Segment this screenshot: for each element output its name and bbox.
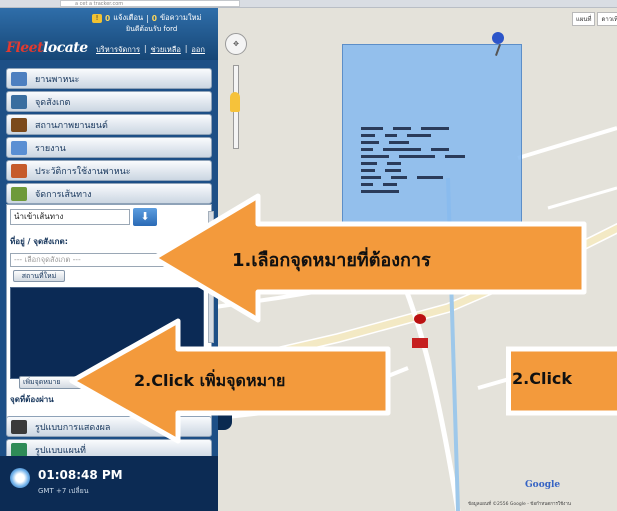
messages-link[interactable]: ข้อความใหม่ xyxy=(160,12,202,24)
annotation-step2-duplicate: 2.Click xyxy=(506,345,617,417)
place-icon xyxy=(11,94,27,109)
annotation-step2-dup-text: 2.Click xyxy=(512,369,573,388)
messages-count: 0 xyxy=(151,13,157,23)
clock-panel: 01:08:48 PM GMT +7 เปลี่ยน xyxy=(0,456,218,511)
clock-time: 01:08:48 PM xyxy=(38,468,123,482)
logo-main: Fleet xyxy=(6,40,44,56)
sidebar-item-label: ประวัติการใช้งานพาหนะ xyxy=(35,166,131,177)
via-label: จุดที่ต้องผ่าน xyxy=(10,395,54,404)
app-logo: Fleetlocate xyxy=(6,40,88,56)
sidebar-item-label: รายงาน xyxy=(35,143,66,154)
google-logo-text: Google xyxy=(525,480,561,490)
header-links: บริหารจัดการ | ช่วยเหลือ | ออก xyxy=(96,44,205,56)
annotation-step2-text: 2.Click เพิ่มจุดหมาย xyxy=(134,371,286,390)
sidebar-menu: ยานพาหนะ จุดสังเกต สถานภาพยานยนต์ รายงาน… xyxy=(6,68,212,206)
destination-label: ที่อยู่ / จุดสังเกต: xyxy=(10,237,68,246)
sidebar-item-vehicles[interactable]: ยานพาหนะ xyxy=(6,68,212,89)
history-icon xyxy=(11,163,27,178)
new-place-button[interactable]: สถานที่ใหม่ xyxy=(13,270,65,282)
manage-link[interactable]: บริหารจัดการ xyxy=(96,44,140,56)
route-mode-select[interactable]: นำเข้าเส้นทาง xyxy=(10,209,130,225)
sidebar-item-label: สถานภาพยานยนต์ xyxy=(35,120,108,131)
vehicle-icon xyxy=(11,71,27,86)
google-logo: Google xyxy=(525,480,560,490)
annotation-step1-text: 1.เลือกจุดหมายที่ต้องการ xyxy=(232,250,431,271)
sidebar-item-label: ยานพาหนะ xyxy=(35,74,80,85)
map-type-satellite[interactable]: ดาวเทียม xyxy=(597,12,617,26)
arrow-down-icon: ⬇ xyxy=(140,210,150,223)
report-icon xyxy=(11,140,27,155)
separator: | xyxy=(146,13,149,23)
timezone-link[interactable]: GMT +7 เปลี่ยน xyxy=(38,486,89,497)
annotation-step2: 2.Click เพิ่มจุดหมาย xyxy=(68,317,394,445)
browser-toolbar: a cet a tracker.com xyxy=(0,0,617,8)
welcome-text: ยินดีต้อนรับ ford xyxy=(126,25,178,33)
alerts-count: 0 xyxy=(105,13,111,23)
pan-control[interactable]: ✥ xyxy=(225,33,247,55)
status-icon xyxy=(11,117,27,132)
address-bar[interactable]: a cet a tracker.com xyxy=(60,0,240,7)
globe-icon xyxy=(10,468,30,488)
sidebar-item-label: จัดการเส้นทาง xyxy=(35,189,92,200)
sidebar-item-reports[interactable]: รายงาน xyxy=(6,137,212,158)
sidebar-item-history[interactable]: ประวัติการใช้งานพาหนะ xyxy=(6,160,212,181)
map-type-control: แผนที่ ดาวเทียม xyxy=(572,12,617,26)
map-terms[interactable]: ข้อมูลแผนที่ ©2556 Google - ข้อกำหนดการใ… xyxy=(468,500,571,507)
map-pin-icon[interactable] xyxy=(492,32,504,56)
route-icon xyxy=(11,186,27,201)
sidebar-item-places[interactable]: จุดสังเกต xyxy=(6,91,212,112)
sidebar-item-status[interactable]: สถานภาพยานยนต์ xyxy=(6,114,212,135)
pegman-icon[interactable] xyxy=(230,92,240,112)
vehicle-icon[interactable] xyxy=(412,338,428,348)
sidebar-header: ! 0 แจ้งเตือน | 0 ข้อความใหม่ ยินดีต้อนร… xyxy=(0,8,218,60)
warning-icon: ! xyxy=(92,13,102,23)
help-link[interactable]: ช่วยเหลือ xyxy=(151,44,181,56)
alerts-link[interactable]: แจ้งเตือน xyxy=(113,12,143,24)
display-icon xyxy=(11,419,27,434)
map-type-map[interactable]: แผนที่ xyxy=(572,12,596,26)
alert-bar: ! 0 แจ้งเตือน | 0 ข้อความใหม่ xyxy=(92,12,202,24)
annotation-step1: 1.เลือกจุดหมายที่ต้องการ xyxy=(150,192,590,324)
info-window-details xyxy=(361,127,511,197)
map-style-icon xyxy=(11,442,27,457)
destination-select[interactable]: --- เลือกจุดสังเกต --- xyxy=(10,253,170,267)
sidebar-item-label: จุดสังเกต xyxy=(35,97,71,108)
logo-accent: locate xyxy=(43,40,88,56)
logout-link[interactable]: ออก xyxy=(191,44,205,56)
